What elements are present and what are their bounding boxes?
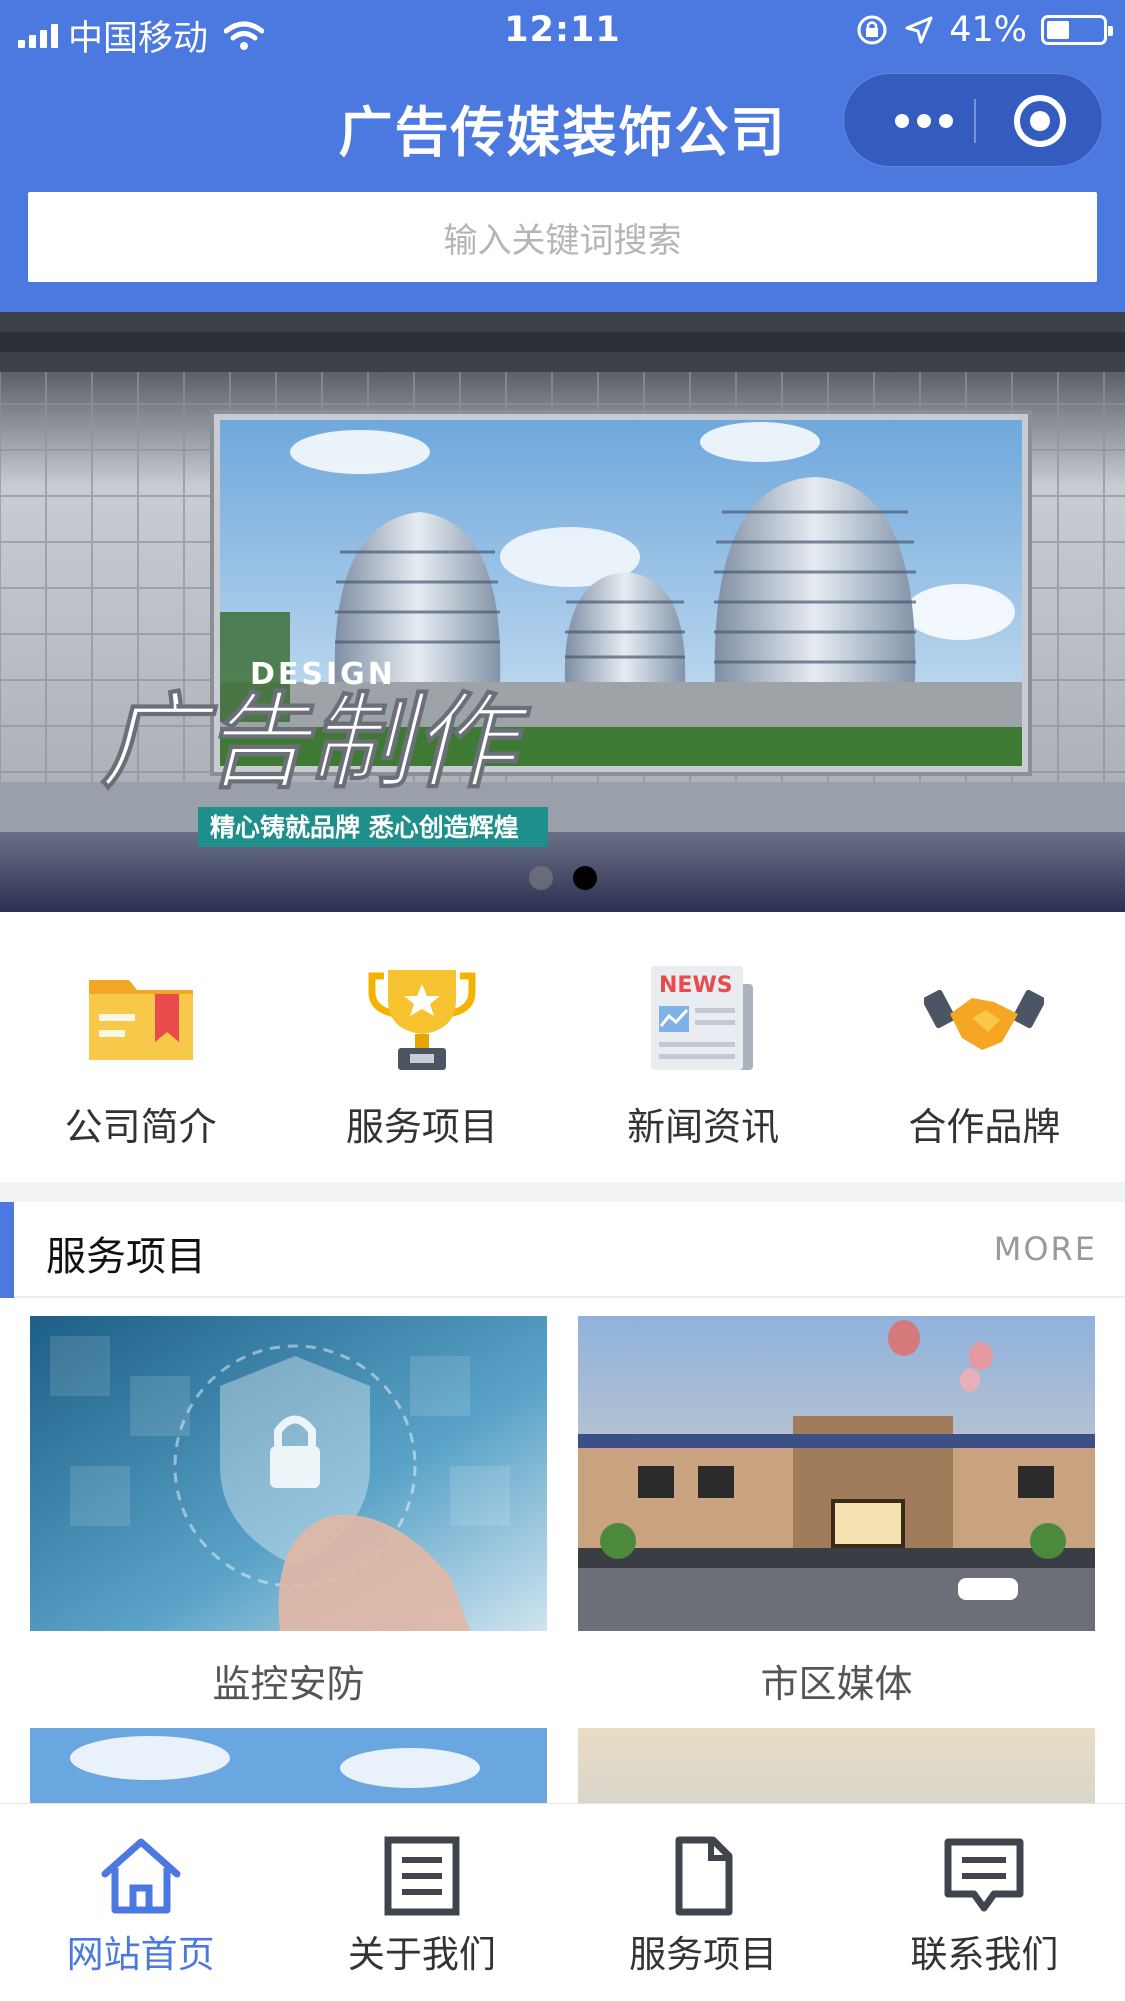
banner-carousel[interactable]: DESIGN 广告制作 精心铸就品牌 悉心创造辉煌 <box>0 312 1125 912</box>
quick-nav-label: 新闻资讯 <box>627 1105 780 1149</box>
tab-services[interactable]: 服务项目 <box>563 1804 844 2001</box>
section-title: 服务项目 <box>46 1234 206 1280</box>
more-menu-button[interactable] <box>874 74 974 168</box>
tab-label: 关于我们 <box>347 1933 496 1976</box>
battery-percent: 41% <box>949 10 1027 50</box>
tab-about[interactable]: 关于我们 <box>281 1804 562 2001</box>
close-target-icon[interactable] <box>1014 95 1066 147</box>
carousel-dot-active[interactable] <box>572 866 597 890</box>
service-card[interactable] <box>578 1728 1095 1803</box>
services-section-header: 服务项目 MORE <box>0 1202 1125 1298</box>
more-dot-icon <box>895 114 909 128</box>
service-image-4 <box>578 1728 1095 1803</box>
status-right: 41% <box>855 10 1113 50</box>
tab-label: 网站首页 <box>66 1933 215 1976</box>
tab-label: 服务项目 <box>629 1933 778 1976</box>
service-card[interactable]: 监控安防 <box>30 1316 547 1708</box>
capsule-divider <box>974 99 976 143</box>
mini-program-capsule <box>843 73 1103 167</box>
header: 中国移动 12:11 41% 广告传媒装饰公司 输入关键词搜索 <box>0 0 1125 312</box>
location-arrow-icon <box>905 16 933 44</box>
quick-nav-news[interactable]: NEWS 新闻资讯 <box>563 912 844 1182</box>
services-grid: 监控安防 市区媒体 <box>0 1298 1125 1803</box>
section-separator <box>0 1182 1125 1202</box>
more-dot-icon <box>917 114 931 128</box>
handshake-icon <box>924 989 1045 1050</box>
carousel-dot[interactable] <box>528 866 553 890</box>
service-card[interactable]: 市区媒体 <box>578 1316 1095 1708</box>
newspaper-icon: NEWS <box>651 966 754 1070</box>
quick-nav: 公司简介 服务项目 NEWS 新闻资讯 合作品牌 <box>0 912 1125 1182</box>
more-dot-icon <box>939 114 953 128</box>
banner-image: DESIGN 广告制作 精心铸就品牌 悉心创造辉煌 <box>0 312 1125 912</box>
tab-home[interactable]: 网站首页 <box>0 1804 281 2001</box>
tab-bar: 网站首页 关于我们 服务项目 联系我们 <box>0 1803 1125 2001</box>
carousel-indicator <box>0 866 1125 890</box>
news-icon-text: NEWS <box>659 973 733 998</box>
quick-nav-label: 公司简介 <box>64 1105 217 1149</box>
rotation-lock-icon <box>857 15 887 45</box>
service-image-security <box>30 1316 547 1631</box>
quick-nav-label: 服务项目 <box>345 1105 498 1149</box>
service-image-3 <box>30 1728 547 1803</box>
quick-nav-partners[interactable]: 合作品牌 <box>844 912 1125 1182</box>
quick-nav-label: 合作品牌 <box>908 1105 1061 1149</box>
service-image-city-media <box>578 1316 1095 1631</box>
quick-nav-company-intro[interactable]: 公司简介 <box>0 912 281 1182</box>
battery-icon <box>1041 15 1113 45</box>
more-link[interactable]: MORE <box>994 1230 1097 1268</box>
message-icon <box>944 1838 1024 1912</box>
battery-level <box>1047 21 1070 39</box>
tab-label: 联系我们 <box>910 1933 1059 1976</box>
banner-headline: 广告制作 <box>100 681 532 803</box>
home-icon <box>101 1838 181 1914</box>
trophy-icon <box>368 970 476 1070</box>
tab-contact[interactable]: 联系我们 <box>844 1804 1125 2001</box>
section-accent-bar <box>0 1202 14 1298</box>
folder-icon <box>88 980 193 1060</box>
service-label: 市区媒体 <box>760 1662 913 1706</box>
service-card[interactable] <box>30 1728 547 1803</box>
file-icon <box>675 1836 733 1916</box>
service-label: 监控安防 <box>212 1662 365 1706</box>
status-bar: 中国移动 12:11 41% <box>0 0 1125 62</box>
document-list-icon <box>384 1836 460 1916</box>
search-input[interactable]: 输入关键词搜索 <box>28 192 1097 282</box>
banner-slogan: 精心铸就品牌 悉心创造辉煌 <box>210 813 519 842</box>
quick-nav-services[interactable]: 服务项目 <box>281 912 562 1182</box>
